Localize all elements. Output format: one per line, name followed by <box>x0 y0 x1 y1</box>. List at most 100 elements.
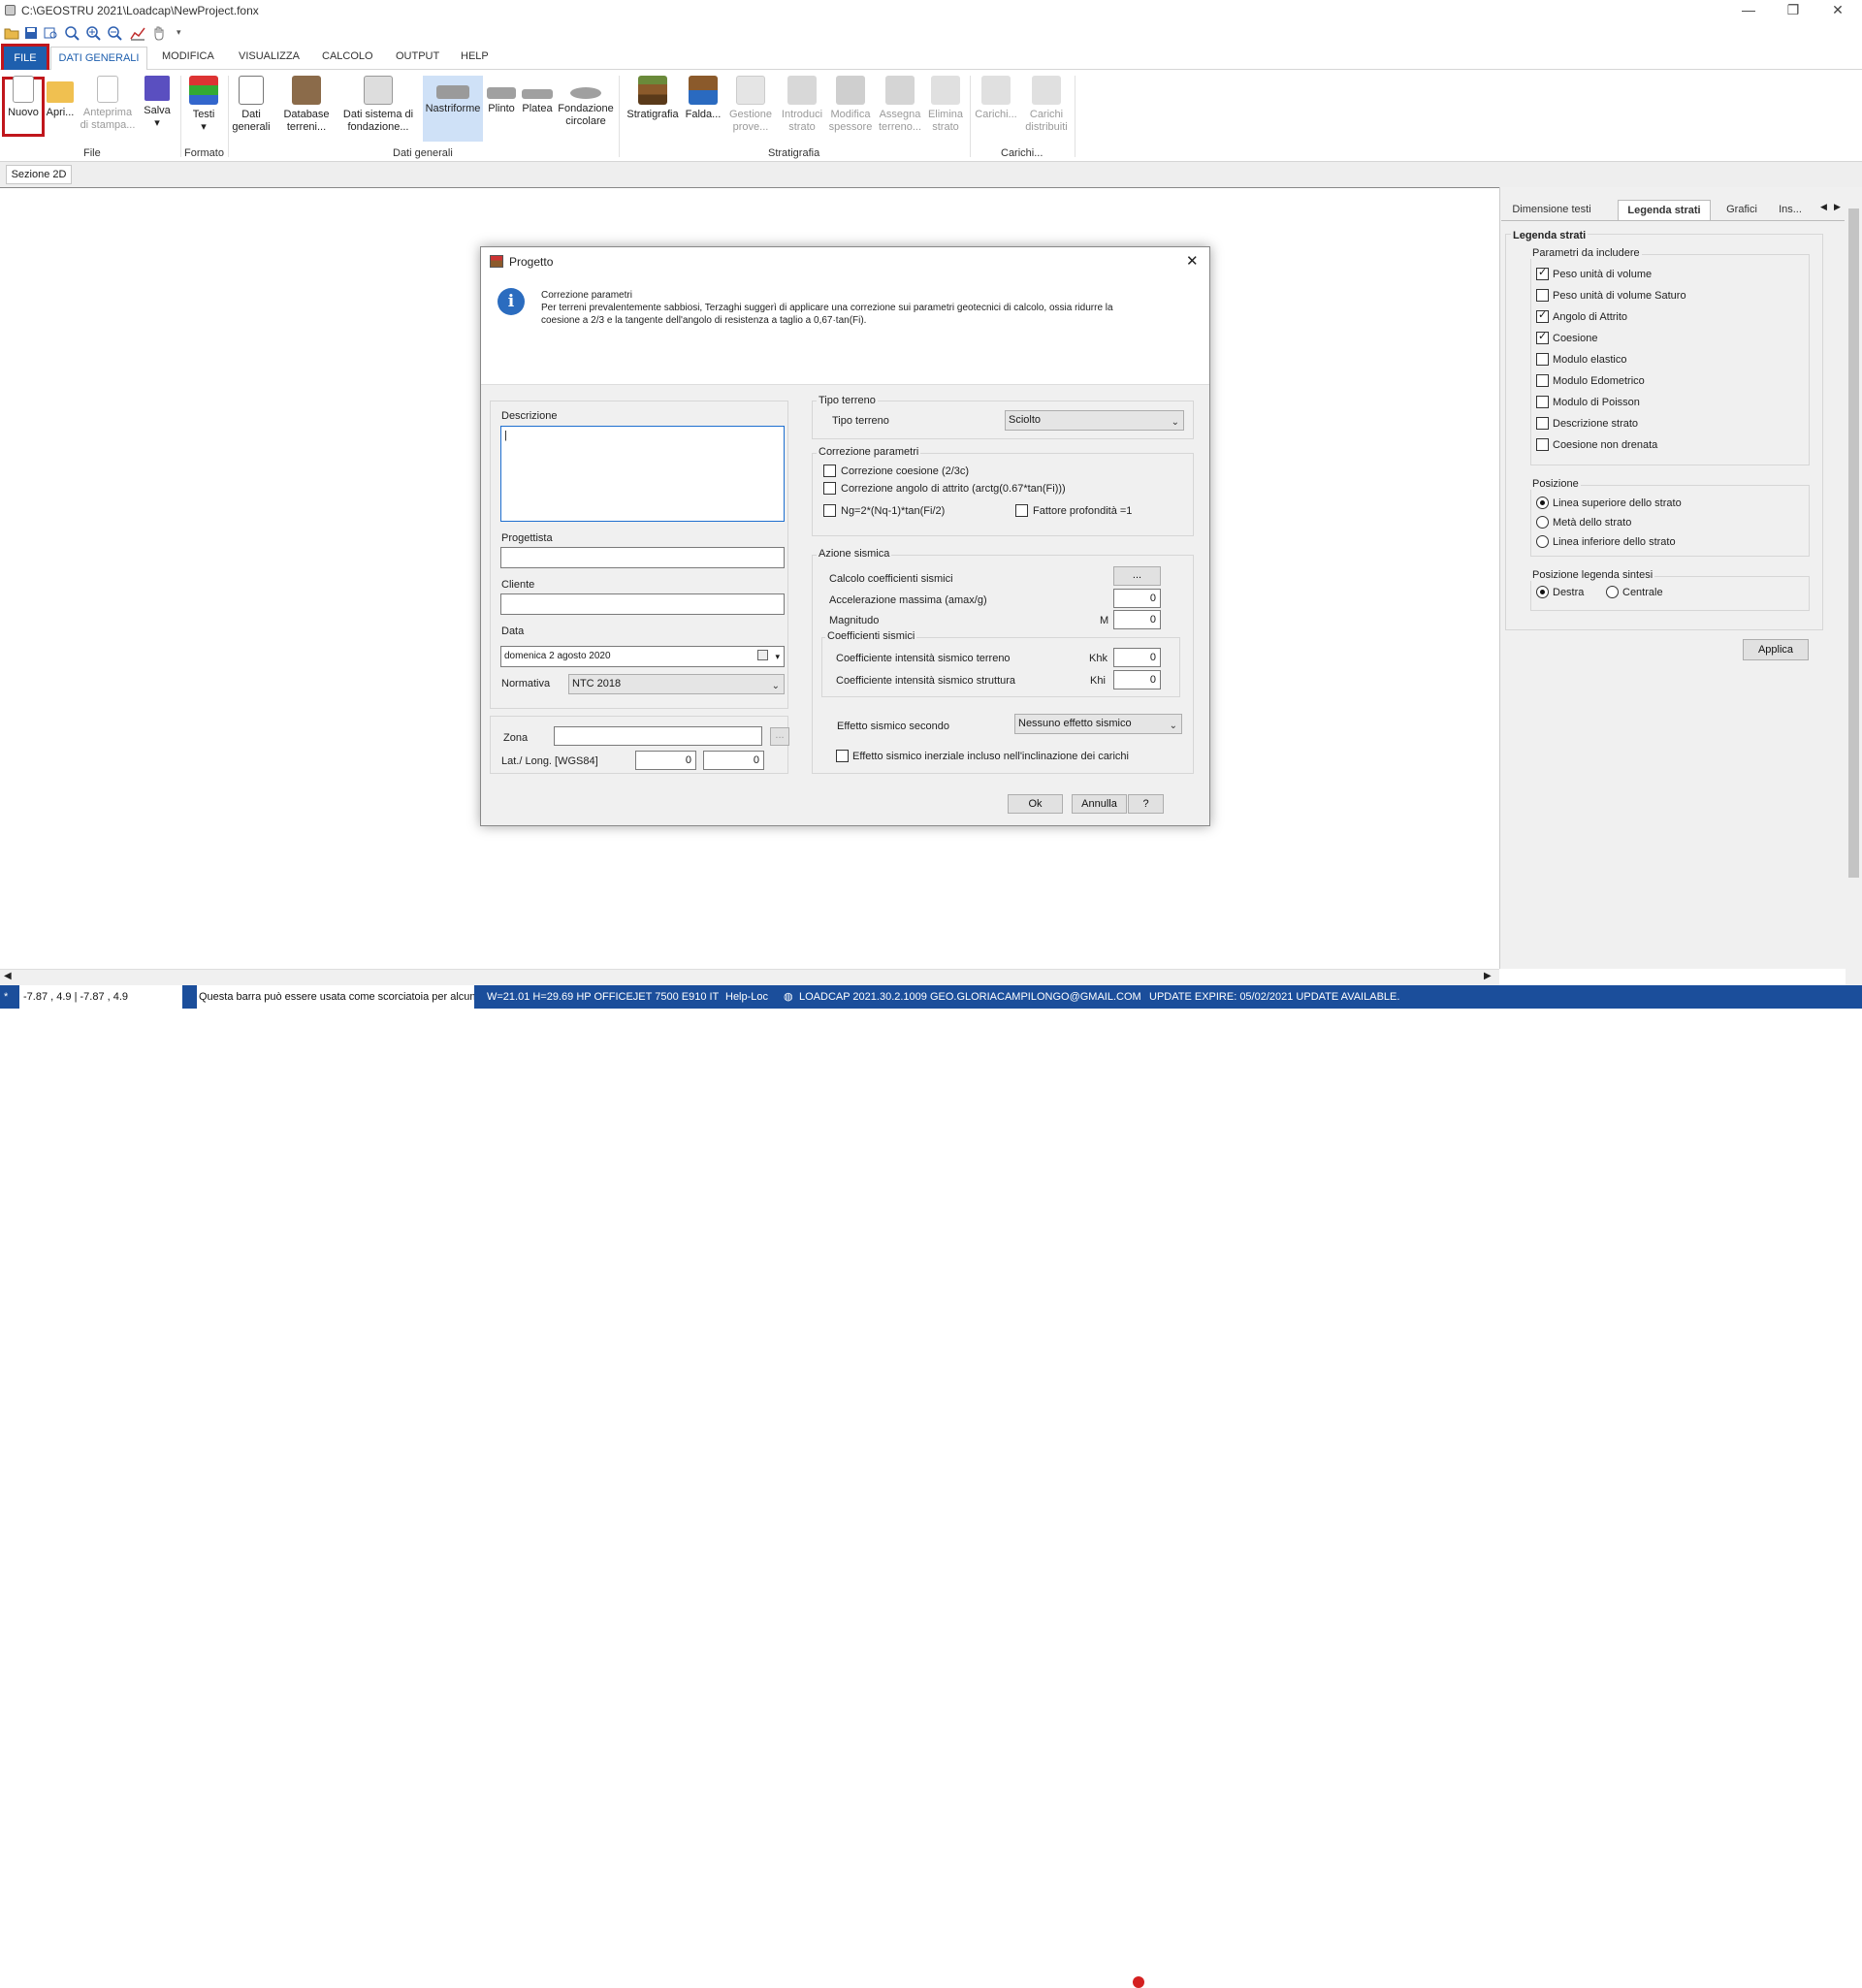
tab-output[interactable]: OUTPUT <box>396 50 439 62</box>
database-terreni-button[interactable]: Database terreni... <box>277 76 336 134</box>
restore-button[interactable]: ❐ <box>1771 0 1815 21</box>
scroll-right-icon[interactable]: ▶ <box>1484 971 1492 981</box>
tab-scroll-right-icon[interactable]: ▶ <box>1834 202 1841 212</box>
checkbox-ng[interactable] <box>823 504 836 517</box>
plinto-button[interactable]: Plinto <box>485 76 518 115</box>
tab-scroll-left-icon[interactable]: ◀ <box>1820 202 1827 212</box>
tab-calcolo[interactable]: CALCOLO <box>322 50 373 62</box>
chevron-down-icon[interactable]: ▾ <box>775 647 780 666</box>
radio-destra[interactable] <box>1536 586 1549 598</box>
calendar-icon[interactable] <box>757 650 768 660</box>
dialog-close-icon[interactable]: ✕ <box>1186 252 1199 270</box>
ok-button[interactable]: Ok <box>1008 794 1063 814</box>
tab-legenda-strati[interactable]: Legenda strati <box>1618 200 1711 220</box>
tab-modifica[interactable]: MODIFICA <box>162 50 214 62</box>
thickness-icon <box>836 76 865 105</box>
checkbox-modulo-elastico[interactable] <box>1536 353 1549 366</box>
dati-generali-button[interactable]: Dati generali <box>231 76 272 134</box>
calcolo-coeff-button[interactable]: ... <box>1113 566 1161 586</box>
tipo-terreno-select[interactable]: Sciolto ⌄ <box>1005 410 1184 431</box>
khk-input[interactable]: 0 <box>1113 648 1161 667</box>
dati-sistema-fondazione-button[interactable]: Dati sistema di fondazione... <box>339 76 417 134</box>
zona-browse-button[interactable]: ... <box>770 727 789 746</box>
zoom-fit-icon[interactable] <box>64 25 80 41</box>
tab-ins[interactable]: Ins... <box>1771 200 1810 220</box>
zoom-in-icon[interactable] <box>85 25 101 41</box>
effetto-select[interactable]: Nessuno effetto sismico ⌄ <box>1014 714 1182 734</box>
anteprima-button[interactable]: Anteprima di stampa... <box>78 76 138 132</box>
elimina-strato-button[interactable]: Elimina strato <box>925 76 966 134</box>
platea-button[interactable]: Platea <box>520 76 555 115</box>
checkbox-peso-unita-volume[interactable] <box>1536 266 1549 280</box>
status-hint-input[interactable]: Questa barra può essere usata come scorc… <box>197 985 474 1009</box>
checkbox-coesione-non-drenata[interactable] <box>1536 438 1549 451</box>
open-folder-icon[interactable] <box>4 25 19 41</box>
chart-icon[interactable] <box>130 25 145 41</box>
apri-button[interactable]: Apri... <box>43 76 78 119</box>
descrizione-textarea[interactable]: | <box>500 426 785 522</box>
cliente-input[interactable] <box>500 593 785 615</box>
annulla-button[interactable]: Annulla <box>1072 794 1127 814</box>
applica-button[interactable]: Applica <box>1743 639 1809 660</box>
tab-dimensione-testi[interactable]: Dimensione testi <box>1501 200 1602 220</box>
carichi-button[interactable]: Carichi... <box>972 76 1020 121</box>
help-button[interactable]: ? <box>1128 794 1164 814</box>
database-icon <box>292 76 321 105</box>
longitude-input[interactable]: 0 <box>703 751 764 770</box>
tab-help[interactable]: HELP <box>461 50 489 62</box>
status-help-loc[interactable]: Help-Loc <box>725 985 768 1009</box>
customize-qat-chevron-icon[interactable]: ▾ <box>177 27 181 38</box>
checkbox-modulo-edometrico[interactable] <box>1536 374 1549 387</box>
checkbox-coesione[interactable] <box>1536 330 1549 344</box>
status-update-expire[interactable]: UPDATE EXPIRE: 05/02/2021 UPDATE AVAILAB… <box>1149 985 1399 1009</box>
falda-button[interactable]: Falda... <box>683 76 723 121</box>
tab-file[interactable]: FILE <box>1 44 49 73</box>
latitude-input[interactable]: 0 <box>635 751 696 770</box>
radio-linea-superiore[interactable] <box>1536 497 1549 509</box>
magnitudo-input[interactable]: 0 <box>1113 610 1161 629</box>
assegna-terreno-button[interactable]: Assegna terreno... <box>875 76 925 134</box>
radio-meta-strato[interactable] <box>1536 516 1549 529</box>
scroll-left-icon[interactable]: ◀ <box>4 971 12 981</box>
zona-input[interactable] <box>554 726 762 746</box>
checkbox-correzione-coesione[interactable] <box>823 465 836 477</box>
checkbox-peso-saturo[interactable] <box>1536 289 1549 302</box>
checkbox-descrizione-strato[interactable] <box>1536 417 1549 430</box>
pan-hand-icon[interactable] <box>151 25 167 41</box>
stratigrafia-button[interactable]: Stratigrafia <box>623 76 683 121</box>
horizontal-scrollbar[interactable]: ◀ ▶ <box>0 969 1499 985</box>
save-icon[interactable] <box>23 25 39 41</box>
tab-sezione-2d[interactable]: Sezione 2D <box>6 165 72 184</box>
checkbox-fattore-profondita[interactable] <box>1015 504 1028 517</box>
accelerazione-input[interactable]: 0 <box>1113 589 1161 608</box>
status-bar: * -7.87 , 4.9 | -7.87 , 4.9 Questa barra… <box>0 985 1862 1988</box>
data-date-picker[interactable]: domenica 2 agosto 2020 ▾ <box>500 646 785 667</box>
print-preview-icon[interactable] <box>43 25 58 41</box>
checkbox-correzione-attrito[interactable] <box>823 482 836 495</box>
zoom-out-icon[interactable] <box>107 25 122 41</box>
modifica-spessore-button[interactable]: Modifica spessore <box>826 76 875 134</box>
radio-centrale[interactable] <box>1606 586 1619 598</box>
minimize-button[interactable]: — <box>1726 0 1771 21</box>
close-window-button[interactable]: ✕ <box>1815 0 1860 21</box>
progettista-label: Progettista <box>501 532 553 544</box>
normativa-select[interactable]: NTC 2018 ⌄ <box>568 674 785 694</box>
checkbox-inerziale[interactable] <box>836 750 849 762</box>
fondazione-circolare-button[interactable]: Fondazione circolare <box>557 76 615 128</box>
khi-input[interactable]: 0 <box>1113 670 1161 689</box>
tab-grafici[interactable]: Grafici <box>1717 200 1767 220</box>
tab-dati-generali[interactable]: DATI GENERALI <box>50 47 147 71</box>
nuovo-button[interactable]: Nuovo <box>4 76 43 119</box>
nastriforme-button[interactable]: Nastriforme <box>423 76 483 115</box>
testi-button[interactable]: Testi ▾ <box>184 76 223 134</box>
carichi-distribuiti-button[interactable]: Carichi distribuiti <box>1022 76 1071 134</box>
checkbox-angolo-attrito[interactable] <box>1536 308 1549 323</box>
radio-linea-inferiore[interactable] <box>1536 535 1549 548</box>
checkbox-modulo-poisson[interactable] <box>1536 396 1549 408</box>
progettista-input[interactable] <box>500 547 785 568</box>
introduci-strato-button[interactable]: Introduci strato <box>778 76 826 134</box>
tab-visualizza[interactable]: VISUALIZZA <box>239 50 300 62</box>
salva-button[interactable]: Salva ▾ <box>140 76 175 130</box>
vertical-scroll-thumb[interactable] <box>1848 208 1859 878</box>
gestione-prove-button[interactable]: Gestione prove... <box>725 76 776 134</box>
